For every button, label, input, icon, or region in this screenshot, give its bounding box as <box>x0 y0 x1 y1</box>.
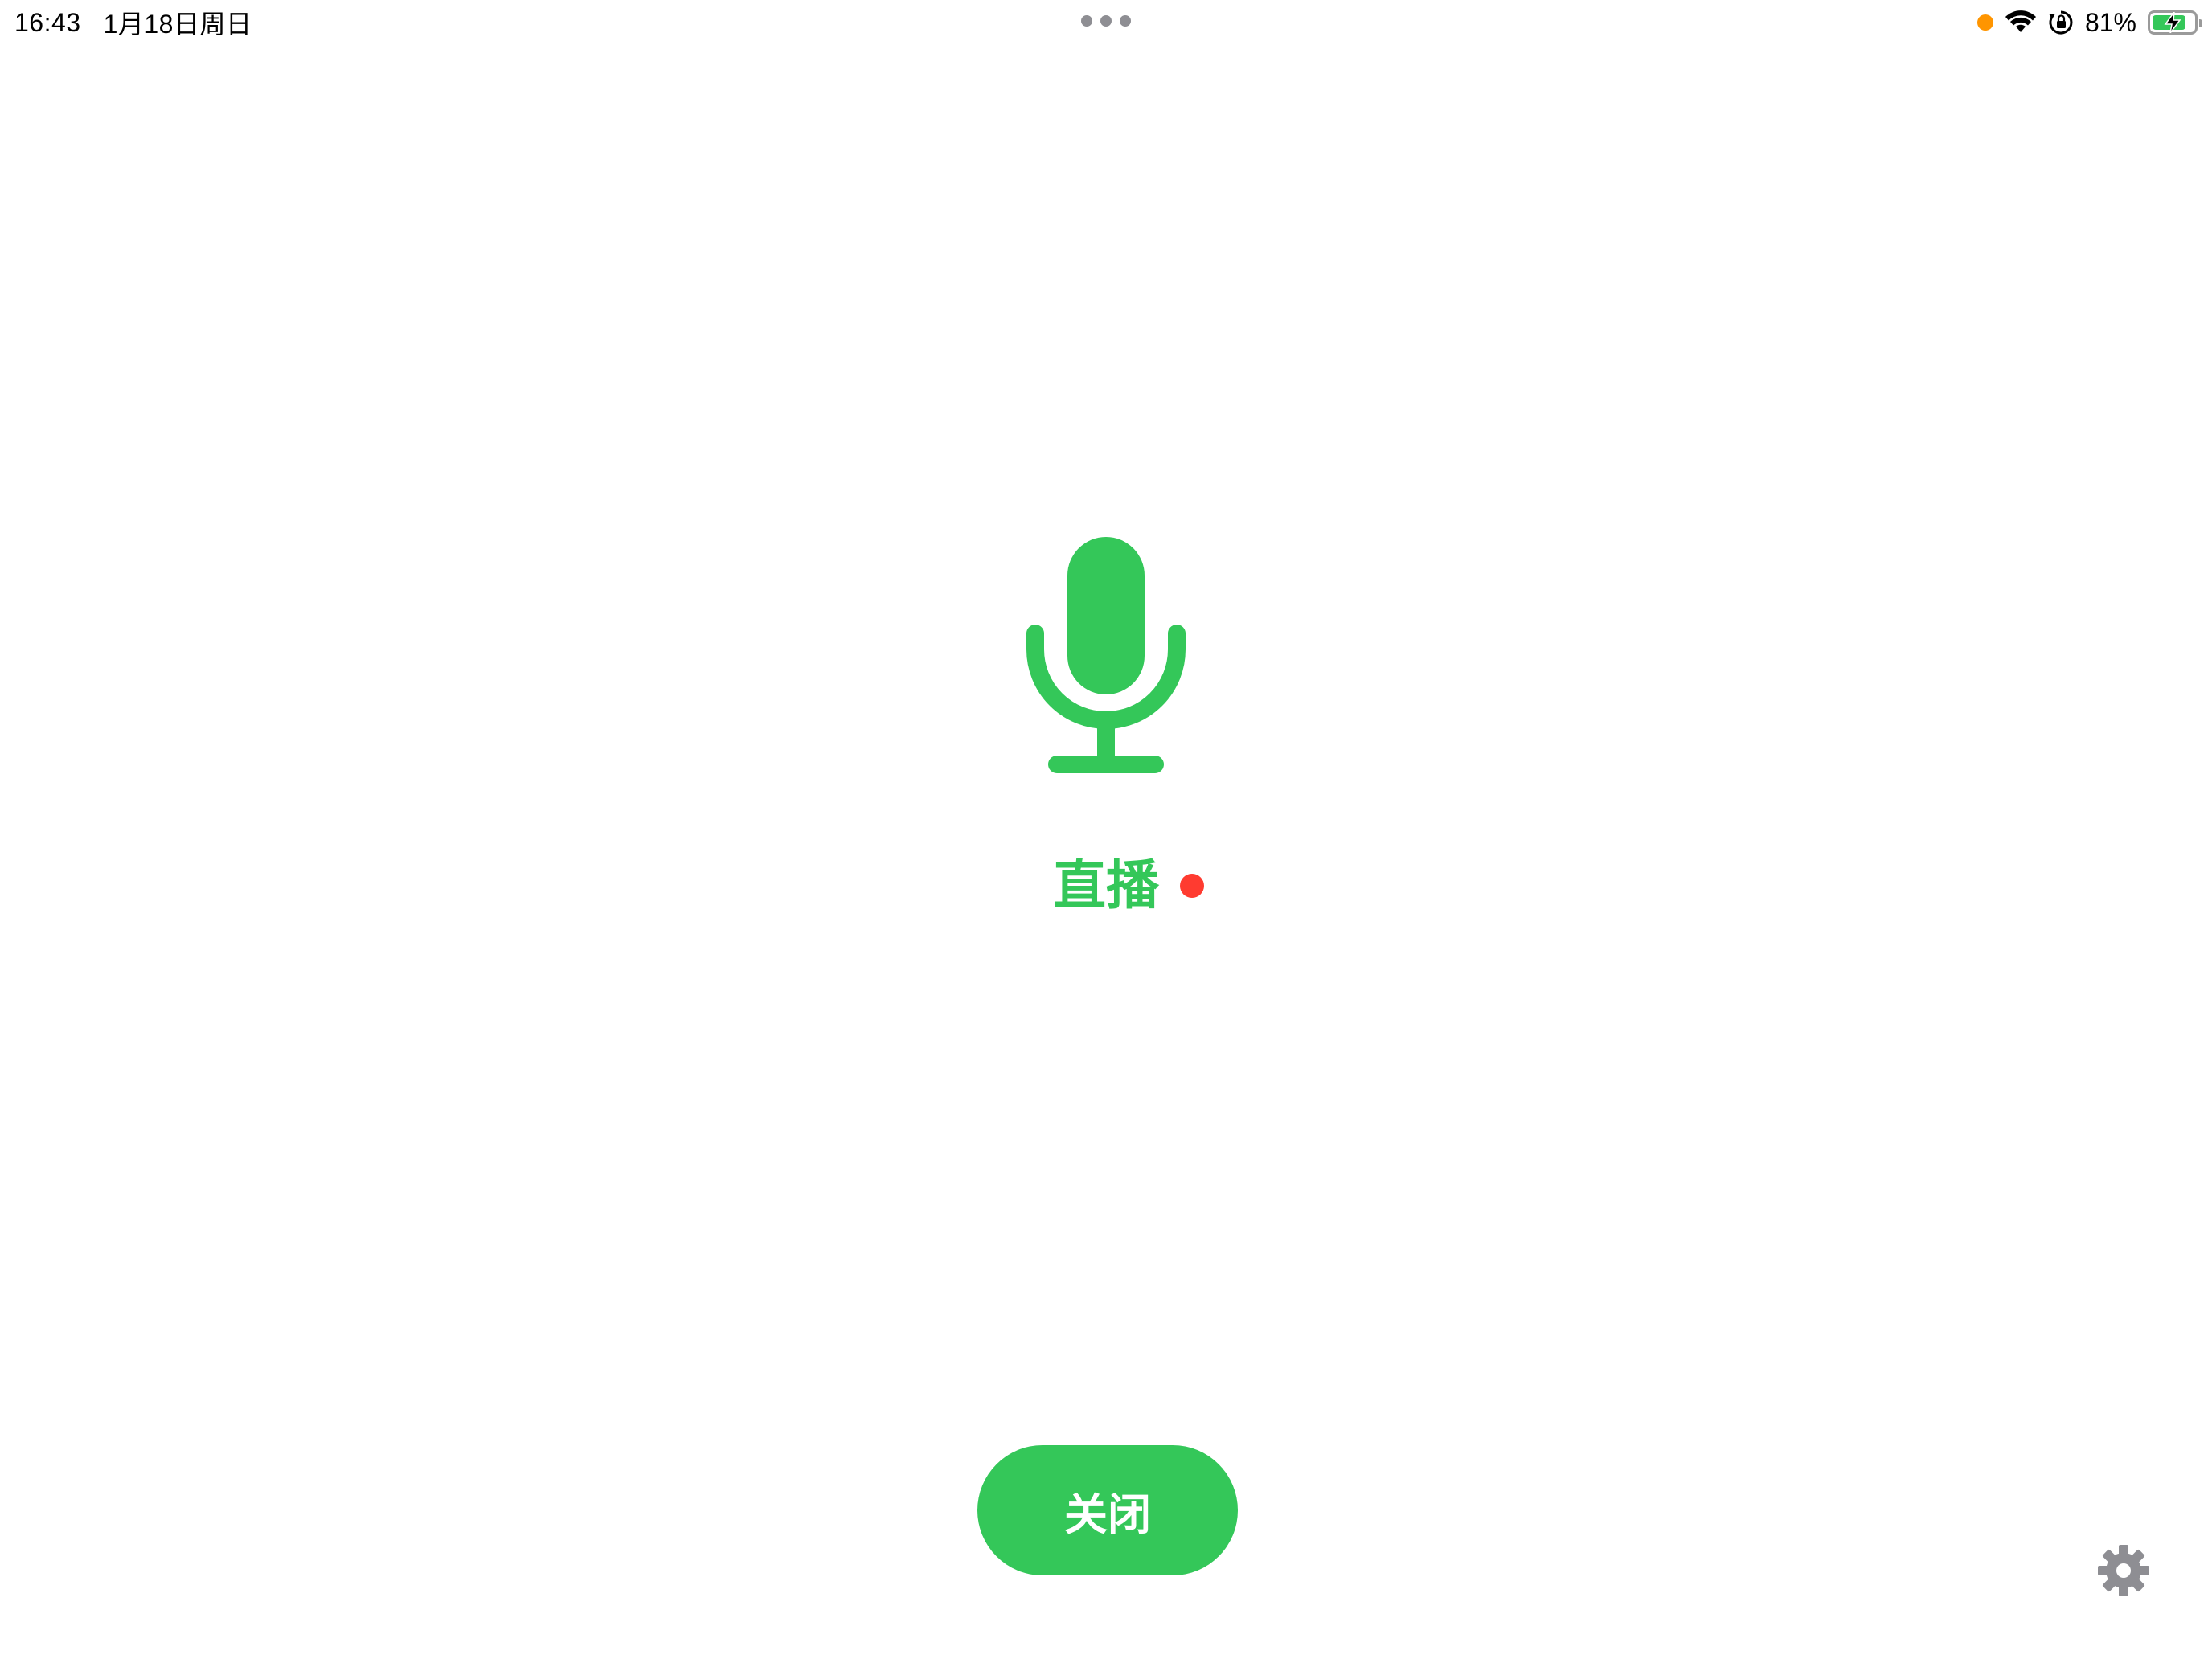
status-date: 1月18日周日 <box>103 10 252 39</box>
live-indicator-dot <box>1180 874 1204 898</box>
multitasking-handle[interactable] <box>1081 11 1131 31</box>
status-time: 16:43 <box>14 7 81 37</box>
multitask-dot <box>1100 15 1112 27</box>
multitask-dot <box>1081 15 1092 27</box>
app-screen: 16:43 1月18日周日 81% 直播 关闭 <box>0 0 2212 1659</box>
microphone-icon <box>1026 537 1186 773</box>
battery-percent: 81% <box>2084 7 2136 37</box>
battery-icon <box>2148 10 2202 35</box>
status-bar-left: 16:43 1月18日周日 <box>14 5 252 40</box>
battery-cap <box>2199 19 2202 27</box>
multitask-dot <box>1120 15 1131 27</box>
live-label: 直播 <box>1053 854 1159 916</box>
orientation-lock-icon <box>2048 10 2073 35</box>
close-button[interactable]: 关闭 <box>977 1445 1238 1575</box>
gear-icon[interactable] <box>2096 1543 2151 1598</box>
status-bar-right: 81% <box>1976 5 2202 40</box>
live-status: 直播 <box>1053 854 1204 918</box>
privacy-indicator-dot <box>1976 14 1993 31</box>
wifi-icon <box>2005 10 2036 32</box>
charging-bolt-icon <box>2164 12 2181 33</box>
